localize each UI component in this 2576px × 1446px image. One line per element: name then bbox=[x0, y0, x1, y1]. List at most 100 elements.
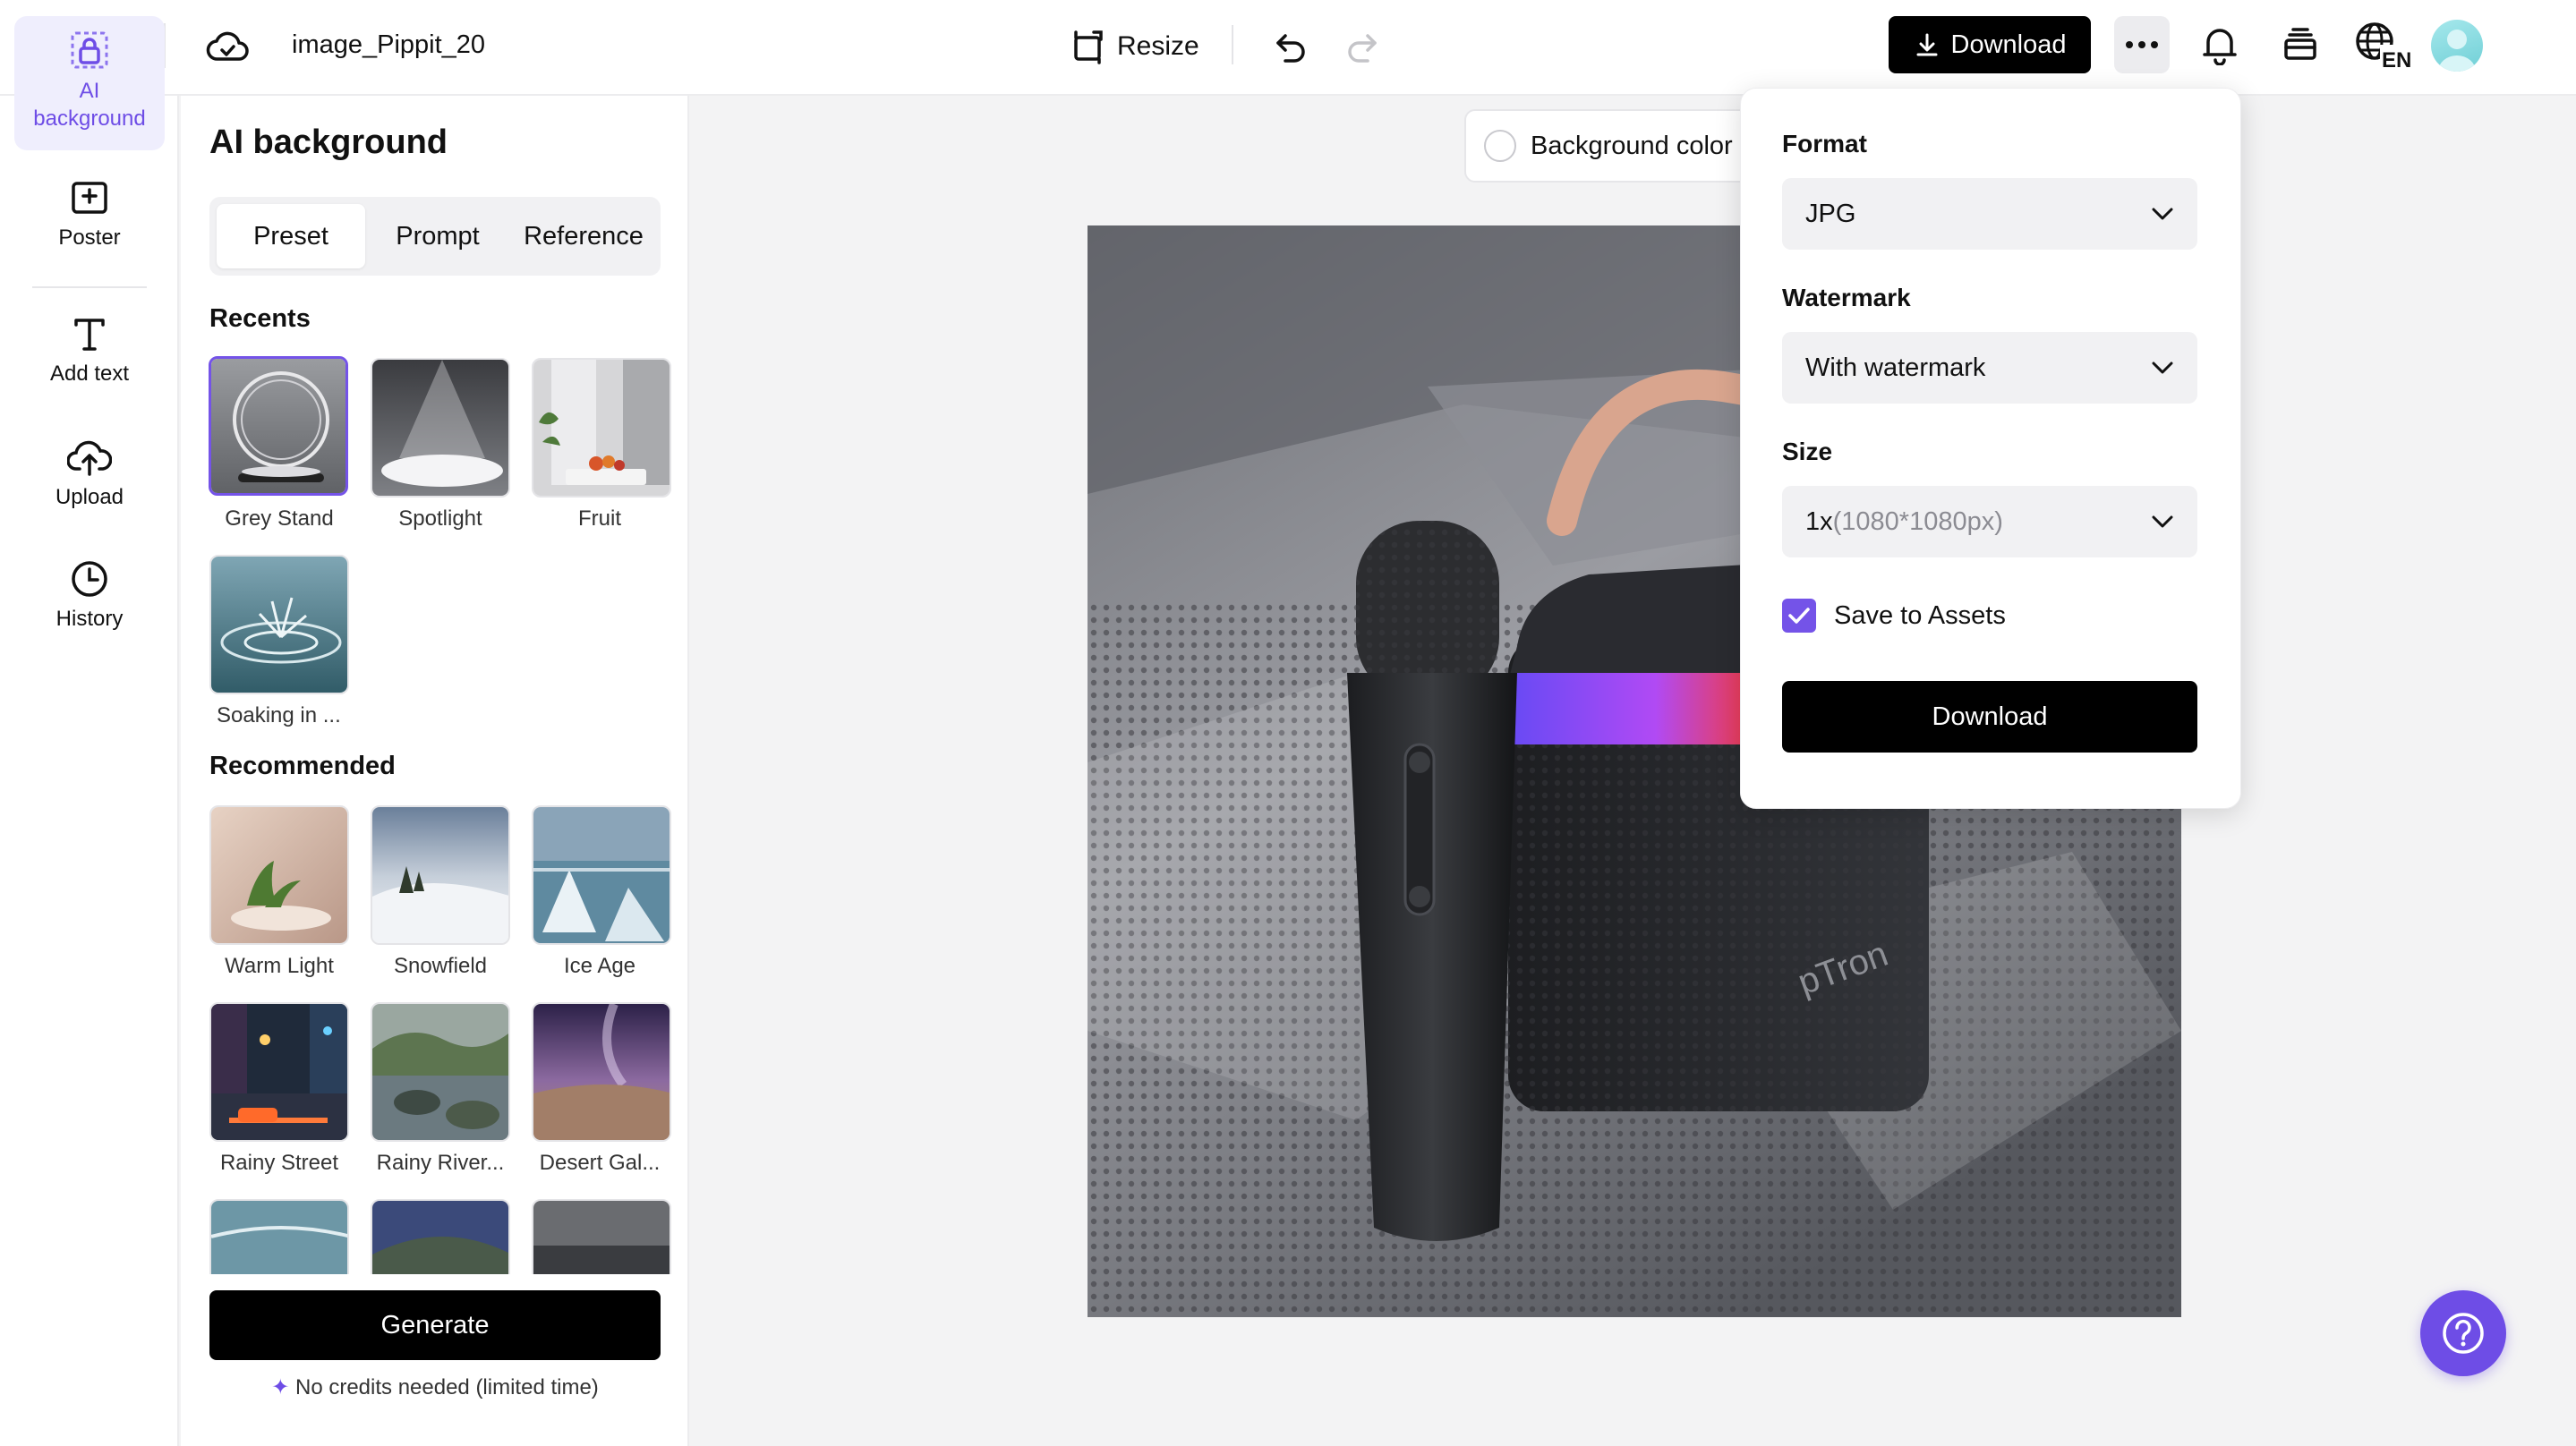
divider bbox=[1232, 25, 1233, 64]
tab-prompt[interactable]: Prompt bbox=[365, 204, 510, 268]
size-label: Size bbox=[1782, 438, 1833, 465]
rail-item-ai-background[interactable]: AI background bbox=[14, 16, 165, 150]
sparkle-icon: ✦ bbox=[271, 1375, 290, 1399]
preset-thumb[interactable] bbox=[371, 1199, 510, 1274]
document-title[interactable]: image_Pippit_20 bbox=[292, 25, 485, 64]
preset-thumb[interactable] bbox=[209, 1199, 349, 1274]
grey-stand-thumbnail bbox=[211, 359, 345, 493]
water-splash-thumbnail bbox=[211, 1201, 347, 1274]
language-button[interactable]: EN bbox=[2350, 14, 2415, 75]
preset-thumb-rainy-street[interactable] bbox=[209, 1002, 349, 1142]
size-select[interactable]: 1x(1080*1080px) bbox=[1782, 486, 2197, 557]
chevron-down-icon bbox=[2152, 208, 2173, 220]
assets-button[interactable] bbox=[2272, 16, 2329, 73]
desert-galaxy-thumbnail bbox=[533, 1004, 670, 1140]
tab-reference[interactable]: Reference bbox=[510, 204, 657, 268]
cloud-save-button[interactable] bbox=[199, 20, 256, 73]
preset-label: Rainy River... bbox=[376, 1151, 505, 1175]
redo-button[interactable] bbox=[1335, 18, 1389, 75]
left-rail bbox=[0, 96, 179, 1446]
format-label: Format bbox=[1782, 130, 1867, 157]
globe-icon: EN bbox=[2356, 22, 2412, 70]
rail-item-add-text[interactable]: Add text bbox=[14, 313, 165, 412]
poster-icon bbox=[72, 182, 107, 214]
rainy-street-thumbnail bbox=[211, 1004, 347, 1140]
snowfield-thumbnail bbox=[372, 807, 508, 943]
bell-icon bbox=[2203, 29, 2237, 65]
soaking-thumbnail bbox=[211, 557, 347, 693]
preset-thumb-desert-galaxy[interactable] bbox=[532, 1002, 671, 1142]
generate-button[interactable]: Generate bbox=[209, 1290, 661, 1360]
watermark-label: Watermark bbox=[1782, 284, 1911, 311]
preset-label: Rainy Street bbox=[219, 1151, 339, 1175]
chevron-down-icon bbox=[2152, 515, 2173, 528]
preset-label: Ice Age bbox=[563, 954, 636, 978]
preset-thumb-rainy-river[interactable] bbox=[371, 1002, 510, 1142]
download-button[interactable]: Download bbox=[1889, 16, 2091, 73]
spotlight-thumbnail bbox=[372, 360, 508, 496]
rail-label: AI background bbox=[33, 79, 146, 131]
panel-title: AI background bbox=[209, 123, 448, 161]
tab-preset[interactable]: Preset bbox=[217, 204, 365, 268]
download-icon bbox=[1916, 33, 1937, 56]
preset-thumb-warm-light[interactable] bbox=[209, 805, 349, 945]
cloud-icon bbox=[206, 31, 249, 61]
watermark-select[interactable]: With watermark bbox=[1782, 332, 2197, 404]
mode-tabs: Preset Prompt Reference bbox=[209, 197, 661, 276]
preset-label: Desert Gal... bbox=[539, 1151, 661, 1175]
preset-label: Spotlight bbox=[398, 506, 482, 531]
save-to-assets-row[interactable]: Save to Assets bbox=[1782, 599, 2006, 633]
preset-label: Warm Light bbox=[225, 954, 334, 978]
preset-thumb-soaking[interactable] bbox=[209, 555, 349, 694]
night-sky-thumbnail bbox=[372, 1201, 508, 1274]
ai-background-icon bbox=[71, 31, 108, 69]
undo-button[interactable] bbox=[1264, 18, 1318, 75]
resize-button[interactable]: Resize bbox=[1070, 20, 1199, 73]
preset-thumb-spotlight[interactable] bbox=[371, 358, 510, 498]
format-select[interactable]: JPG bbox=[1782, 178, 2197, 250]
preset-thumb-grey-stand[interactable] bbox=[209, 356, 348, 496]
rail-item-poster[interactable]: Poster bbox=[14, 177, 165, 276]
recents-heading: Recents bbox=[209, 304, 311, 333]
avatar-icon bbox=[2438, 30, 2476, 72]
more-options-button[interactable] bbox=[2114, 16, 2170, 73]
download-settings-popover: Format JPG Watermark With watermark Size… bbox=[1740, 88, 2241, 809]
credits-note: ✦ No credits needed (limited time) bbox=[271, 1375, 599, 1399]
undo-icon bbox=[1276, 34, 1305, 63]
resize-icon bbox=[1074, 30, 1103, 64]
rail-label: Poster bbox=[58, 225, 121, 250]
preset-label: Fruit bbox=[578, 506, 621, 531]
preset-label: Snowfield bbox=[393, 954, 488, 978]
history-icon bbox=[72, 561, 107, 597]
help-button[interactable] bbox=[2420, 1290, 2506, 1376]
background-color-label: Background color bbox=[1531, 131, 1733, 160]
stack-icon bbox=[2284, 28, 2316, 60]
warm-light-thumbnail bbox=[211, 807, 347, 943]
rail-item-upload[interactable]: Upload bbox=[14, 437, 165, 535]
ice-age-thumbnail bbox=[533, 807, 670, 943]
preset-thumb-fruit[interactable] bbox=[532, 358, 671, 498]
preset-thumb[interactable] bbox=[532, 1199, 671, 1274]
background-color-button[interactable]: Background color bbox=[1464, 109, 1760, 183]
notifications-button[interactable] bbox=[2191, 16, 2248, 73]
rail-label: Add text bbox=[49, 362, 130, 386]
rainy-river-thumbnail bbox=[372, 1004, 508, 1140]
chevron-down-icon bbox=[2152, 362, 2173, 374]
recommended-more-row bbox=[209, 1199, 675, 1274]
color-swatch bbox=[1484, 130, 1516, 162]
more-horizontal-icon bbox=[2126, 41, 2158, 48]
size-value: 1x(1080*1080px) bbox=[1805, 506, 2003, 536]
redo-icon bbox=[1348, 34, 1377, 63]
preset-label: Grey Stand bbox=[225, 506, 334, 531]
fruit-thumbnail bbox=[533, 360, 670, 496]
preset-thumb-ice-age[interactable] bbox=[532, 805, 671, 945]
save-to-assets-checkbox[interactable] bbox=[1782, 599, 1816, 633]
rail-item-history[interactable]: History bbox=[14, 558, 165, 657]
user-avatar[interactable] bbox=[2431, 20, 2483, 72]
text-icon bbox=[74, 319, 105, 351]
preset-label: Soaking in ... bbox=[217, 703, 341, 727]
preset-thumb-snowfield[interactable] bbox=[371, 805, 510, 945]
save-to-assets-label: Save to Assets bbox=[1834, 600, 2006, 630]
upload-icon bbox=[67, 440, 112, 476]
confirm-download-button[interactable]: Download bbox=[1782, 681, 2197, 753]
